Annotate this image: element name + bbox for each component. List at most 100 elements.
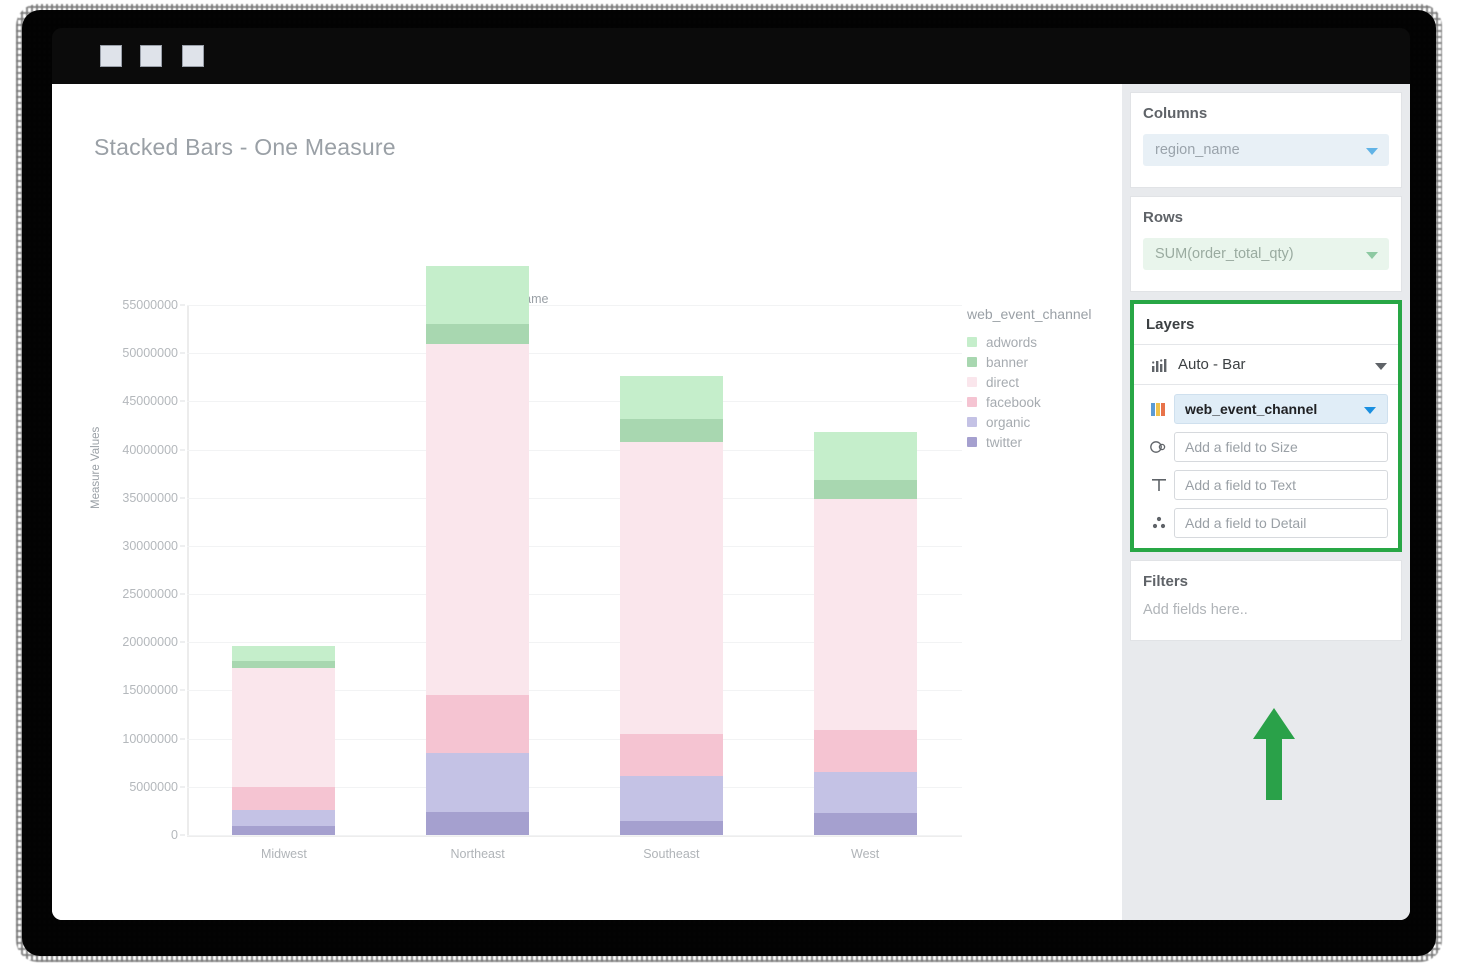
y-tick-mark bbox=[180, 352, 185, 354]
bar-segment[interactable] bbox=[619, 441, 723, 734]
layers-title: Layers bbox=[1134, 304, 1398, 345]
bar-segment[interactable] bbox=[426, 343, 530, 696]
x-axis-tick-label: Northeast bbox=[450, 847, 505, 861]
y-tick-mark bbox=[180, 400, 185, 402]
bar-segment[interactable] bbox=[426, 695, 530, 754]
bar-segment[interactable] bbox=[426, 324, 530, 344]
legend-title: web_event_channel bbox=[967, 306, 1092, 322]
layer-type-label: Auto - Bar bbox=[1178, 356, 1246, 373]
legend-label: organic bbox=[986, 414, 1031, 430]
y-axis-tick-label: 35000000 bbox=[122, 490, 178, 505]
columns-field-label: region_name bbox=[1155, 142, 1240, 158]
chevron-down-icon[interactable] bbox=[1364, 407, 1376, 414]
bar-segment[interactable] bbox=[232, 809, 336, 827]
y-axis-title: Measure Values bbox=[90, 426, 102, 509]
bar-segment[interactable] bbox=[813, 432, 917, 481]
rows-title: Rows bbox=[1143, 209, 1184, 226]
bar-segment[interactable] bbox=[813, 480, 917, 499]
bar-segment[interactable] bbox=[813, 812, 917, 835]
y-tick-mark bbox=[180, 738, 185, 740]
rows-field-pill[interactable]: SUM(order_total_qty) bbox=[1143, 238, 1389, 270]
y-tick-mark bbox=[180, 304, 185, 306]
bar-segment[interactable] bbox=[619, 376, 723, 419]
chart-legend: web_event_channel adwords banner direct fac… bbox=[967, 306, 1127, 452]
y-axis-tick-label: 45000000 bbox=[122, 394, 178, 409]
layer-size-field[interactable]: Add a field to Size bbox=[1174, 432, 1388, 462]
y-axis-tick-label: 55000000 bbox=[122, 298, 178, 312]
layer-size-placeholder: Add a field to Size bbox=[1185, 439, 1298, 455]
bar-segment[interactable] bbox=[232, 646, 336, 661]
layer-text-placeholder: Add a field to Text bbox=[1185, 477, 1297, 493]
bar-segment[interactable] bbox=[426, 265, 530, 325]
y-tick-mark bbox=[180, 689, 185, 691]
bar-segment[interactable] bbox=[619, 418, 723, 442]
bar-segment[interactable] bbox=[619, 820, 723, 835]
text-icon bbox=[1144, 477, 1174, 493]
bar-group: Northeast bbox=[381, 265, 575, 861]
legend-swatch bbox=[967, 377, 977, 387]
legend-item[interactable]: adwords bbox=[967, 332, 1127, 352]
chevron-down-icon[interactable] bbox=[1375, 362, 1387, 370]
window-control-1[interactable] bbox=[100, 45, 122, 67]
bar-segment[interactable] bbox=[619, 776, 723, 821]
bar-chart-icon bbox=[1146, 357, 1176, 373]
y-axis-tick-label: 5000000 bbox=[129, 779, 178, 794]
layer-detail-row: Add a field to Detail bbox=[1144, 508, 1388, 538]
legend-item[interactable]: banner bbox=[967, 352, 1127, 372]
y-axis-tick-label: 0 bbox=[171, 828, 178, 842]
y-tick-mark bbox=[180, 641, 185, 643]
legend-item[interactable]: facebook bbox=[967, 392, 1127, 412]
legend-label: direct bbox=[986, 374, 1020, 390]
filters-card: Filters Add fields here.. bbox=[1130, 560, 1402, 641]
columns-card: Columns region_name bbox=[1130, 92, 1402, 188]
bar-segment[interactable] bbox=[426, 753, 530, 812]
bar-stack[interactable] bbox=[232, 646, 336, 835]
legend-item[interactable]: twitter bbox=[967, 432, 1127, 452]
chevron-down-icon[interactable] bbox=[1366, 252, 1378, 259]
screenshot-root: Stacked Bars - One Measure region_name M… bbox=[0, 0, 1458, 969]
bar-segment[interactable] bbox=[232, 668, 336, 787]
legend-swatch bbox=[967, 417, 977, 427]
bar-segment[interactable] bbox=[232, 660, 336, 669]
layer-color-field[interactable]: web_event_channel bbox=[1174, 394, 1388, 424]
rows-card: Rows SUM(order_total_qty) bbox=[1130, 196, 1402, 292]
bar-segment[interactable] bbox=[232, 826, 336, 835]
columns-title: Columns bbox=[1143, 105, 1208, 122]
bar-segment[interactable] bbox=[232, 786, 336, 810]
size-icon bbox=[1144, 439, 1174, 455]
bar-stack[interactable] bbox=[619, 376, 723, 835]
filters-placeholder[interactable]: Add fields here.. bbox=[1143, 602, 1389, 618]
y-tick-mark bbox=[180, 593, 185, 595]
layer-text-field[interactable]: Add a field to Text bbox=[1174, 470, 1388, 500]
chevron-down-icon[interactable] bbox=[1366, 148, 1378, 155]
y-axis-tick-label: 20000000 bbox=[122, 635, 178, 650]
bar-stack[interactable] bbox=[426, 265, 530, 835]
layer-type-selector[interactable]: Auto - Bar bbox=[1134, 345, 1398, 385]
app-window: Stacked Bars - One Measure region_name M… bbox=[52, 28, 1410, 920]
window-control-2[interactable] bbox=[140, 45, 162, 67]
bar-group: Midwest bbox=[187, 305, 381, 861]
legend-item[interactable]: organic bbox=[967, 412, 1127, 432]
plot-area: 0 5000000 10000000 15000000 20000000 25000000… bbox=[122, 265, 962, 861]
legend-label: twitter bbox=[986, 434, 1023, 450]
legend-item[interactable]: direct bbox=[967, 372, 1127, 392]
layer-detail-field[interactable]: Add a field to Detail bbox=[1174, 508, 1388, 538]
bar-segment[interactable] bbox=[813, 729, 917, 773]
bar-group: Southeast bbox=[575, 305, 769, 861]
window-control-3[interactable] bbox=[182, 45, 204, 67]
y-axis-tick-label: 10000000 bbox=[122, 731, 178, 746]
bar-segment[interactable] bbox=[813, 498, 917, 730]
bar-segment[interactable] bbox=[813, 772, 917, 813]
layer-text-row: Add a field to Text bbox=[1144, 470, 1388, 500]
y-axis-tick-label: 15000000 bbox=[122, 683, 178, 698]
columns-field-pill[interactable]: region_name bbox=[1143, 134, 1389, 166]
gridline bbox=[187, 835, 962, 836]
legend-swatch bbox=[967, 337, 977, 347]
legend-label: adwords bbox=[986, 334, 1038, 350]
bar-stack[interactable] bbox=[813, 432, 917, 835]
bar-segment[interactable] bbox=[426, 811, 530, 835]
layer-detail-placeholder: Add a field to Detail bbox=[1185, 515, 1307, 531]
color-palette-icon bbox=[1144, 402, 1174, 417]
bar-segment[interactable] bbox=[619, 733, 723, 777]
layer-size-row: Add a field to Size bbox=[1144, 432, 1388, 462]
